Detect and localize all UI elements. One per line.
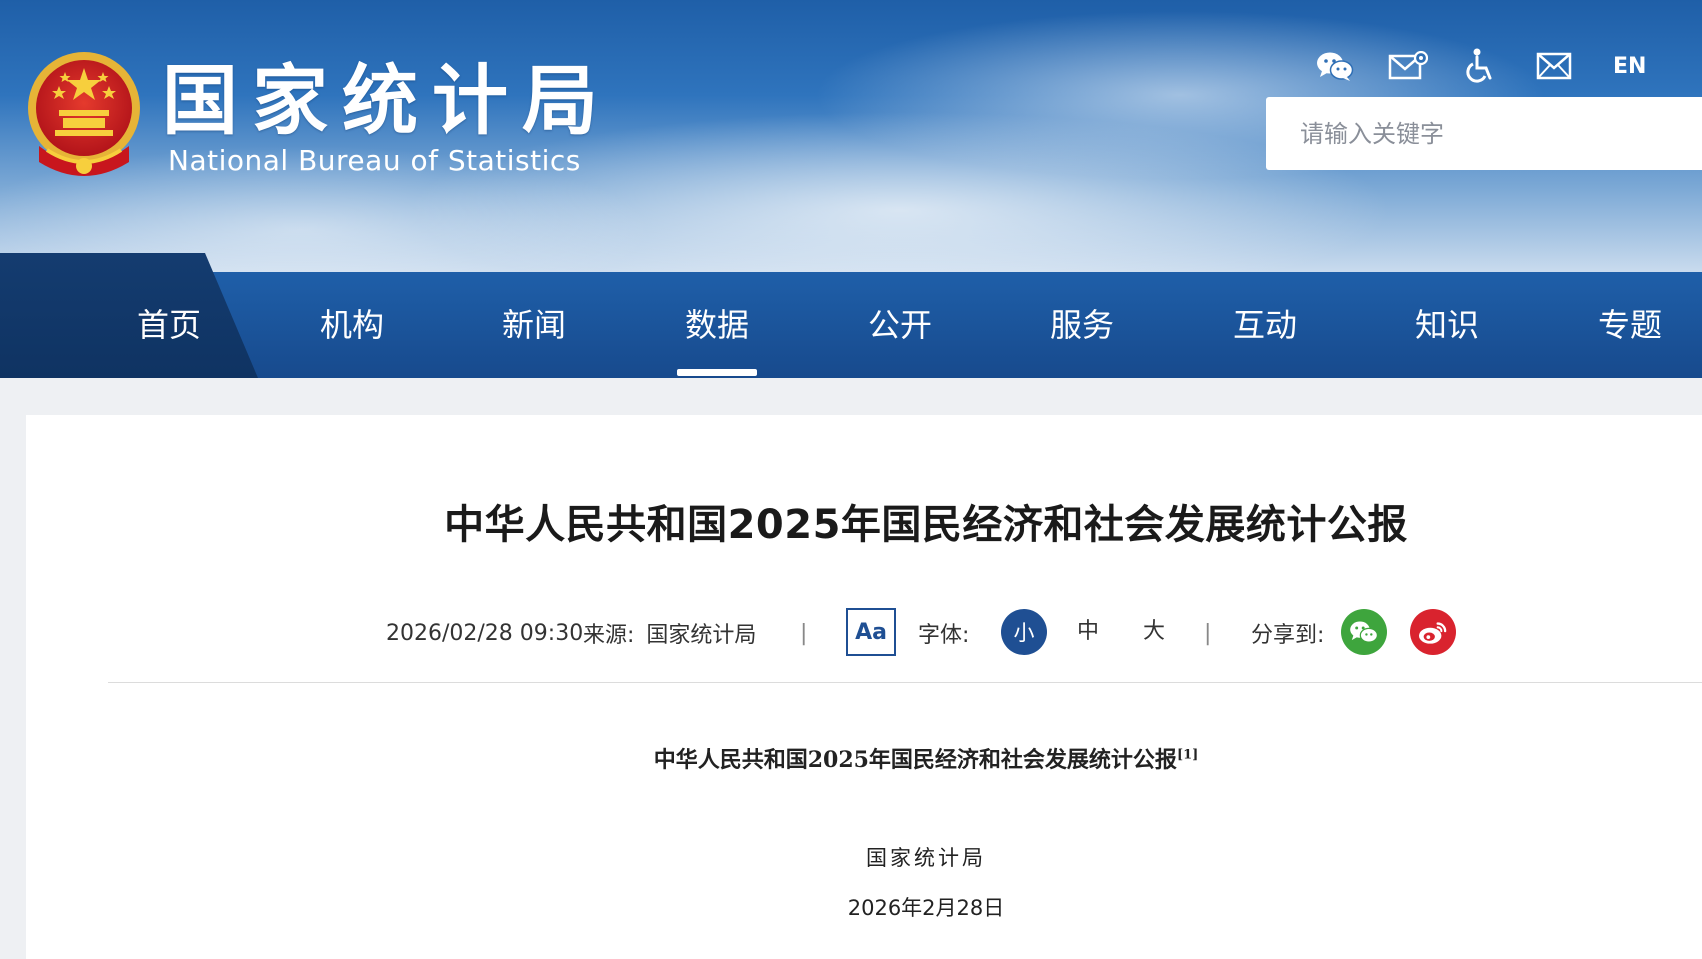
national-emblem-icon[interactable]	[25, 50, 143, 180]
document-heading-text: 中华人民共和国2025年国民经济和社会发展统计公报	[653, 747, 1177, 773]
nav-item-interaction[interactable]: 互动	[1190, 272, 1340, 378]
font-size-small-button[interactable]: 小	[1001, 609, 1047, 655]
nav-item-data[interactable]: 数据	[642, 272, 792, 378]
nav-item-organization[interactable]: 机构	[277, 272, 427, 378]
mail-settings-icon[interactable]	[1388, 46, 1428, 86]
wechat-icon[interactable]	[1315, 46, 1355, 86]
english-version-link[interactable]: EN	[1613, 54, 1646, 79]
reading-mode-button[interactable]: Aa	[846, 608, 896, 656]
meta-separator-1: |	[800, 606, 807, 660]
article-title: 中华人民共和国2025年国民经济和社会发展统计公报	[444, 502, 1408, 548]
share-label-text: 分享到:	[1251, 623, 1325, 648]
document-issuer: 国家统计局	[866, 846, 986, 870]
article-source: 来源: 国家统计局	[583, 606, 756, 660]
font-size-label: 字体:	[918, 606, 969, 660]
accessibility-icon[interactable]	[1461, 46, 1501, 86]
source-label: 来源:	[583, 623, 635, 648]
nav-item-topics[interactable]: 专题	[1555, 272, 1702, 378]
nav-item-home[interactable]: 首页	[94, 272, 244, 378]
publish-datetime: 2026/02/28 09:30	[386, 620, 584, 646]
nav-item-public[interactable]: 公开	[825, 272, 975, 378]
nav-item-services[interactable]: 服务	[1007, 272, 1157, 378]
document-heading: 中华人民共和国2025年国民经济和社会发展统计公报[1]	[0, 742, 1702, 774]
share-label: 分享到:	[1251, 606, 1324, 660]
document-date: 2026年2月28日	[847, 896, 1005, 920]
site-logo-english[interactable]: National Bureau of Statistics	[168, 144, 581, 177]
weibo-icon	[1419, 622, 1447, 644]
separator: |	[800, 620, 808, 646]
share-weibo-button[interactable]	[1410, 609, 1456, 655]
meta-separator-2: |	[1204, 606, 1211, 660]
search-input[interactable]	[1266, 97, 1702, 170]
nav-active-indicator	[677, 369, 757, 376]
source-value: 国家统计局	[646, 623, 757, 648]
font-label: 字体:	[918, 623, 970, 648]
wechat-icon	[1350, 621, 1379, 643]
meta-divider	[108, 682, 1702, 683]
nav-item-news[interactable]: 新闻	[459, 272, 609, 378]
footnote-ref-link[interactable]: [1]	[1177, 748, 1198, 763]
mail-icon[interactable]	[1534, 46, 1574, 86]
utility-bar: EN	[1315, 46, 1646, 86]
nav-item-knowledge[interactable]: 知识	[1372, 272, 1522, 378]
font-size-medium-button[interactable]: 中	[1077, 609, 1099, 655]
font-size-large-button[interactable]: 大	[1143, 609, 1165, 655]
share-wechat-button[interactable]	[1341, 609, 1387, 655]
article-datetime: 2026/02/28 09:30	[386, 606, 583, 660]
site-logo-chinese[interactable]: 国家统计局	[162, 56, 612, 146]
separator: |	[1204, 620, 1212, 646]
